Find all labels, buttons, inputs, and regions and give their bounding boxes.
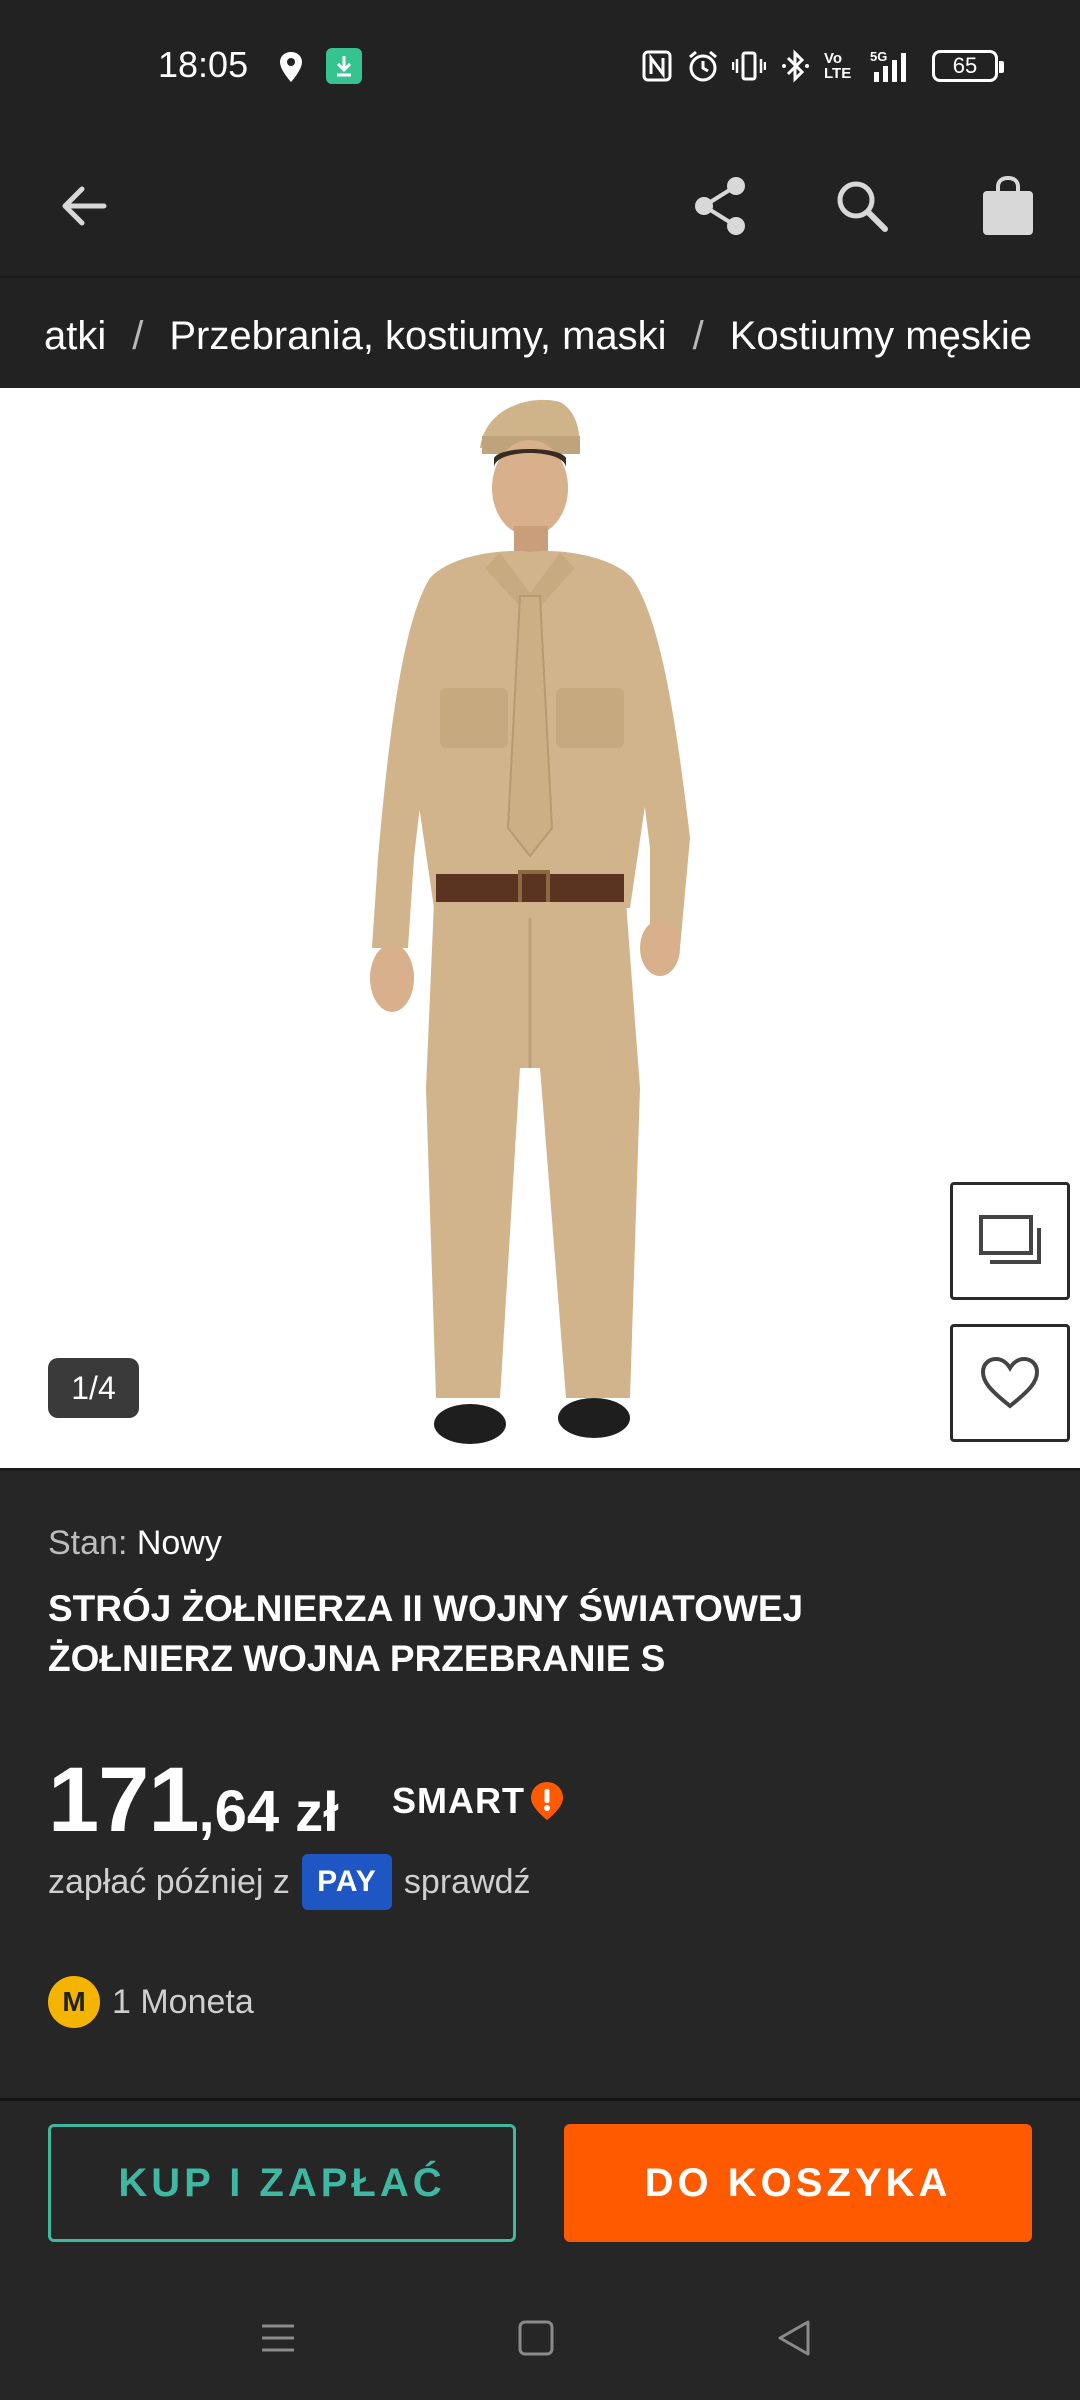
- product-info: Stan: Nowy STRÓJ ŻOŁNIERZA II WOJNY ŚWIA…: [0, 1468, 1080, 2098]
- status-icons: Vo LTE 5G 65: [640, 46, 1004, 86]
- pay-later-prefix: zapłać później z: [48, 1862, 290, 1901]
- add-to-cart-button[interactable]: DO KOSZYKA: [564, 2124, 1032, 2242]
- gallery-icon: [979, 1215, 1041, 1264]
- svg-text:5G: 5G: [870, 49, 887, 64]
- back-arrow-icon: [62, 186, 107, 226]
- breadcrumb: atki / Przebrania, kostiumy, maski / Kos…: [0, 278, 1080, 388]
- bluetooth-icon: [778, 48, 812, 84]
- system-back-button[interactable]: [754, 2298, 834, 2378]
- product-image: [0, 388, 1080, 1468]
- product-title: STRÓJ ŻOŁNIERZA II WOJNY ŚWIATOWEJ ŻOŁNI…: [48, 1588, 804, 1679]
- nfc-icon: [640, 48, 674, 84]
- favorite-button[interactable]: [950, 1324, 1070, 1442]
- breadcrumb-separator: /: [692, 314, 704, 358]
- vibrate-icon: [732, 48, 766, 84]
- coins-label: 1 Moneta: [112, 1982, 254, 2021]
- action-bar: KUP I ZAPŁAĆ DO KOSZYKA: [0, 2098, 1080, 2268]
- pay-later-check-link[interactable]: sprawdź: [404, 1863, 531, 1902]
- cart-button[interactable]: [958, 156, 1058, 256]
- recent-apps-button[interactable]: [238, 2298, 318, 2378]
- breadcrumb-item[interactable]: Przebrania, kostiumy, maski: [169, 314, 666, 359]
- price-currency: zł: [295, 1780, 339, 1843]
- signal-icon: 5G: [870, 48, 920, 84]
- breadcrumb-track: atki / Przebrania, kostiumy, maski / Kos…: [44, 314, 1032, 359]
- breadcrumb-item[interactable]: atki: [44, 314, 106, 359]
- coins: M 1 Moneta: [48, 1976, 254, 2028]
- price: 171 ,64 zł: [48, 1748, 339, 1851]
- download-icon: [326, 48, 362, 84]
- price-decimal: ,64: [198, 1779, 280, 1844]
- smart-label: SMART: [392, 1780, 525, 1821]
- breadcrumb-item[interactable]: Kostiumy męskie: [730, 314, 1032, 359]
- divider: [0, 2098, 1080, 2101]
- back-button[interactable]: [34, 156, 134, 256]
- product-gallery[interactable]: 1/4: [0, 388, 1080, 1468]
- alarm-icon: [686, 48, 720, 84]
- condition-value: Nowy: [136, 1524, 222, 1562]
- gallery-view-button[interactable]: [950, 1182, 1070, 1300]
- price-integer: 171: [48, 1749, 199, 1851]
- share-button[interactable]: [670, 156, 770, 256]
- volte-icon: Vo LTE: [824, 50, 852, 82]
- condition: Stan: Nowy: [48, 1524, 222, 1563]
- image-counter: 1/4: [48, 1358, 139, 1418]
- back-triangle-icon: [778, 2320, 810, 2356]
- smart-info-icon: [531, 1782, 563, 1820]
- pay-later: zapłać później z PAY sprawdź: [48, 1854, 531, 1910]
- divider: [0, 1468, 1080, 1471]
- system-nav-bar: [0, 2268, 1080, 2400]
- battery-icon: 65: [932, 50, 1004, 82]
- status-time: 18:05: [158, 44, 249, 85]
- breadcrumb-separator: /: [132, 314, 144, 358]
- search-icon: [837, 181, 888, 232]
- share-icon: [695, 177, 745, 235]
- buy-now-button[interactable]: KUP I ZAPŁAĆ: [48, 2124, 516, 2242]
- coin-icon: M: [48, 1976, 100, 2028]
- screen: 18:05 Vo LTE 5G 65 atki / Przebrania, ko…: [0, 0, 1080, 2400]
- home-square-icon: [518, 2320, 554, 2356]
- status-bar: 18:05 Vo LTE 5G 65: [0, 0, 1080, 136]
- location-icon: [278, 50, 304, 84]
- search-button[interactable]: [812, 156, 912, 256]
- home-button[interactable]: [496, 2298, 576, 2378]
- heart-icon: [980, 1356, 1040, 1409]
- condition-label: Stan:: [48, 1524, 128, 1562]
- pay-badge: PAY: [301, 1854, 392, 1910]
- smart-badge[interactable]: SMART: [392, 1780, 565, 1822]
- app-bar: [0, 136, 1080, 278]
- shopping-bag-icon: [983, 175, 1033, 235]
- menu-icon: [262, 2324, 294, 2352]
